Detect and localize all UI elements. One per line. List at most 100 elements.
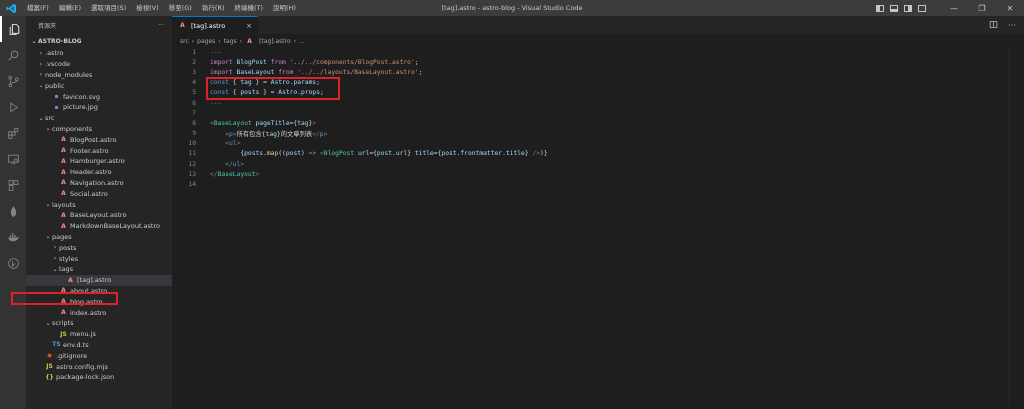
menu-item-4[interactable]: 移至(G) — [164, 0, 197, 16]
astro-file-icon: A — [61, 147, 66, 155]
astro-file-icon: A — [68, 276, 73, 284]
project-section-header[interactable]: ⌄ ASTRO-BLOG — [26, 34, 172, 48]
code-token: tag — [265, 131, 277, 139]
tree-file[interactable]: A Navigation.astro — [26, 178, 172, 189]
js-file-icon: JS — [46, 363, 53, 370]
tree-folder[interactable]: ⌄ pages — [26, 232, 172, 243]
customize-layout-icon[interactable] — [918, 4, 926, 12]
chevron-down-icon: ⌄ — [38, 82, 44, 90]
code-line: 14 — [172, 179, 1024, 189]
tree-file[interactable]: JS astro.config.mjs — [26, 361, 172, 372]
tree-file[interactable]: A BaseLayout.astro — [26, 210, 172, 221]
code-editor[interactable]: 1 --- 2 import BlogPost from '../../compone… — [172, 47, 1024, 190]
more-actions-icon[interactable]: ··· — [158, 22, 164, 29]
close-tab-icon[interactable]: × — [246, 22, 252, 30]
docker-icon[interactable] — [0, 224, 26, 250]
line-number: 11 — [188, 150, 196, 158]
tree-folder[interactable]: › .astro — [26, 48, 172, 59]
tree-file[interactable]: A [tag].astro — [26, 274, 172, 286]
menu-item-7[interactable]: 說明(H) — [268, 0, 301, 16]
vscode-logo-icon[interactable] — [0, 0, 22, 16]
breadcrumb-item[interactable]: tags — [224, 38, 237, 45]
tree-folder[interactable]: › styles — [26, 253, 172, 264]
close-button[interactable]: ✕ — [996, 0, 1024, 16]
line-number: 7 — [192, 109, 196, 117]
tree-file[interactable]: ◆ .gitignore — [26, 350, 172, 361]
code-token: import — [210, 68, 237, 76]
tree-file[interactable]: Aindex.astro — [26, 307, 172, 318]
tree-file[interactable]: A Header.astro — [26, 167, 172, 178]
tree-folder[interactable]: ⌄ public — [26, 80, 172, 91]
toggle-secondary-sidebar-icon[interactable] — [904, 4, 912, 12]
maximize-button[interactable]: ❐ — [968, 0, 996, 16]
code-text: </BaseLayout> — [196, 171, 259, 178]
tree-file[interactable]: ▪ picture.jpg — [26, 102, 172, 113]
extensions-icon[interactable] — [0, 120, 26, 146]
tree-folder[interactable]: › .vscode — [26, 59, 172, 70]
ts-file-icon: TS — [52, 341, 61, 349]
split-editor-icon[interactable] — [989, 20, 998, 31]
breadcrumb: src › pages › tags › A [tag].astro ›... — [172, 34, 1024, 48]
chevron-down-icon: ⌄ — [45, 125, 51, 133]
tree-file[interactable]: TS env.d.ts — [26, 340, 172, 351]
source-control-icon[interactable] — [0, 68, 26, 94]
code-token: posts — [244, 150, 264, 158]
chevron-right-icon: › — [53, 255, 57, 263]
tree-item-label: styles — [59, 254, 78, 263]
astro-file-icon: A — [61, 309, 66, 317]
timeline-icon[interactable] — [0, 250, 26, 276]
tree-folder[interactable]: ⌄ tags — [26, 264, 172, 275]
tree-folder[interactable]: › posts — [26, 242, 172, 253]
menu-item-3[interactable]: 檢視(V) — [131, 0, 164, 16]
mongodb-icon[interactable] — [0, 198, 26, 224]
tree-file[interactable]: A Hamburger.astro — [26, 156, 172, 167]
chevron-down-icon: ⌄ — [31, 37, 37, 45]
tree-item-label: BaseLayout.astro — [70, 211, 127, 220]
line-number: 5 — [192, 89, 196, 97]
tree-file[interactable]: A Social.astro — [26, 188, 172, 199]
tree-item-label: package-lock.json — [56, 373, 115, 382]
chevron-down-icon: ⌄ — [38, 114, 44, 122]
breadcrumb-item[interactable]: [tag].astro — [259, 38, 291, 45]
tree-folder[interactable]: › node_modules — [26, 70, 172, 81]
code-token: /> — [532, 150, 541, 158]
menu-item-5[interactable]: 執行(R) — [197, 0, 230, 16]
breadcrumb-item[interactable]: src — [180, 38, 189, 45]
code-token: pageTitle — [251, 119, 290, 127]
toggle-panel-icon[interactable] — [890, 4, 898, 12]
menu-item-6[interactable]: 終端機(T) — [229, 0, 268, 16]
menu-item-0[interactable]: 檔案(F) — [22, 0, 54, 16]
tree-file[interactable]: ▪ favicon.svg — [26, 91, 172, 102]
tree-folder[interactable]: ⌄ layouts — [26, 199, 172, 210]
menu-item-1[interactable]: 編輯(E) — [54, 0, 86, 16]
breadcrumb-item[interactable]: pages — [197, 38, 215, 45]
code-token: </ — [210, 170, 218, 178]
tab-tag-astro[interactable]: A [tag].astro × — [172, 16, 258, 34]
tree-item-label: BlogPost.astro — [70, 135, 117, 144]
explorer-icon[interactable] — [0, 16, 26, 42]
tree-folder[interactable]: ⌄ components — [26, 124, 172, 135]
more-actions-icon[interactable]: ··· — [1008, 21, 1016, 30]
run-debug-icon[interactable] — [0, 94, 26, 120]
explorer-sidebar: 資源夾 ··· ⌄ ASTRO-BLOG › .astro › .vscode › nod… — [26, 16, 172, 409]
tree-file[interactable]: A MarkdownBaseLayout.astro — [26, 221, 172, 232]
minimize-button[interactable]: — — [940, 0, 968, 16]
tree-folder[interactable]: ⌄ scripts — [26, 318, 172, 329]
tree-file[interactable]: A Footer.astro — [26, 145, 172, 156]
code-token: --- — [210, 99, 222, 107]
breadcrumb-item[interactable]: ... — [299, 38, 305, 45]
code-token: > — [240, 160, 245, 168]
toggle-sidebar-icon[interactable] — [876, 4, 884, 12]
line-number: 2 — [192, 58, 196, 66]
tree-item-label: MarkdownBaseLayout.astro — [70, 222, 160, 231]
testing-icon[interactable] — [0, 172, 26, 198]
tree-file[interactable]: JS menu.js — [26, 329, 172, 340]
menu-item-2[interactable]: 選取項目(S) — [86, 0, 131, 16]
search-icon[interactable] — [0, 42, 26, 68]
tree-file[interactable]: A BlogPost.astro — [26, 134, 172, 145]
minimap[interactable] — [1009, 47, 1010, 407]
tree-folder[interactable]: ⌄ src — [26, 113, 172, 124]
tree-file[interactable]: {} package-lock.json — [26, 372, 172, 383]
remote-explorer-icon[interactable] — [0, 146, 26, 172]
